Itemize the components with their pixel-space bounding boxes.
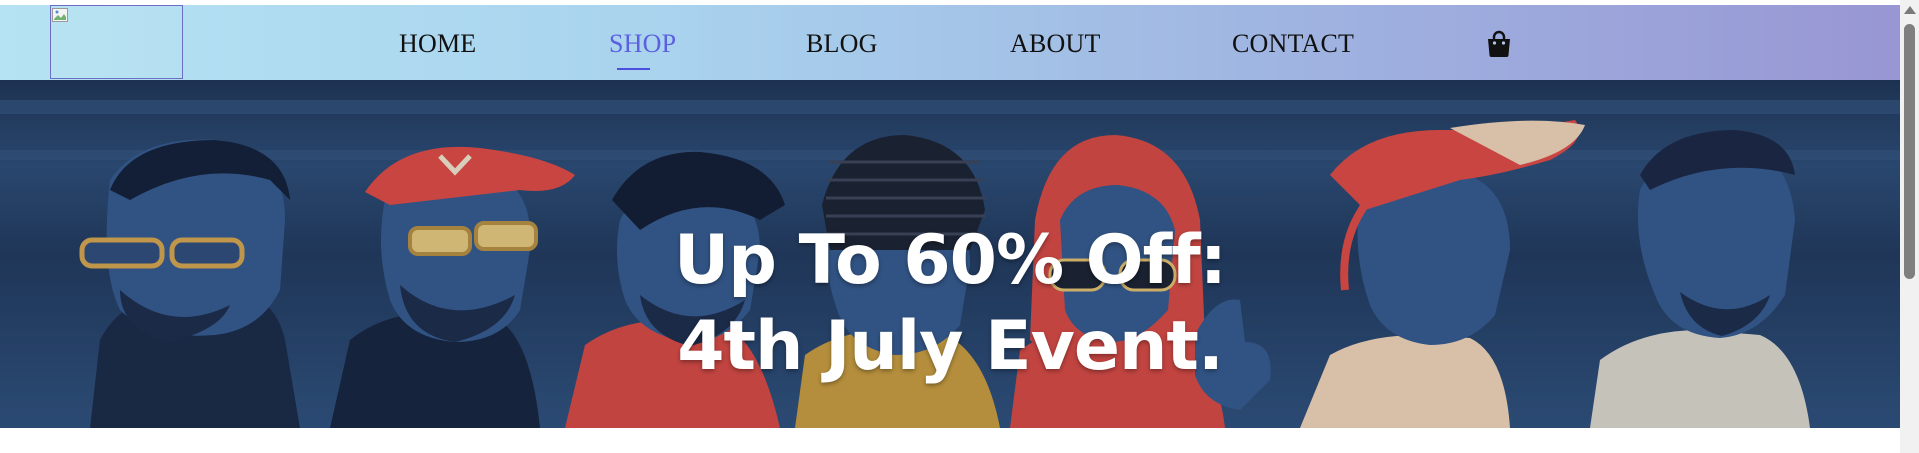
- hero-line-2: 4th July Event.: [677, 307, 1224, 386]
- nav-contact[interactable]: CONTACT: [1232, 29, 1354, 59]
- nav-about[interactable]: ABOUT: [1010, 29, 1101, 59]
- page: HOME SHOP BLOG ABOUT CONTACT Up To 60% O…: [0, 0, 1919, 453]
- scroll-thumb[interactable]: [1904, 24, 1915, 279]
- nav-home[interactable]: HOME: [399, 29, 476, 59]
- scroll-up-arrow-icon[interactable]: [1904, 6, 1916, 14]
- shopping-bag-icon[interactable]: [1486, 30, 1512, 58]
- main-nav: HOME SHOP BLOG ABOUT CONTACT: [0, 5, 1900, 80]
- nav-shop[interactable]: SHOP: [609, 29, 676, 70]
- hero-line-1: Up To 60% Off:: [674, 221, 1227, 300]
- hero-banner[interactable]: Up To 60% Off: 4th July Event.: [0, 80, 1900, 428]
- nav-blog[interactable]: BLOG: [806, 29, 878, 59]
- hero-headline: Up To 60% Off: 4th July Event.: [0, 218, 1900, 390]
- site-header: HOME SHOP BLOG ABOUT CONTACT: [0, 5, 1900, 80]
- vertical-scrollbar[interactable]: [1900, 0, 1919, 453]
